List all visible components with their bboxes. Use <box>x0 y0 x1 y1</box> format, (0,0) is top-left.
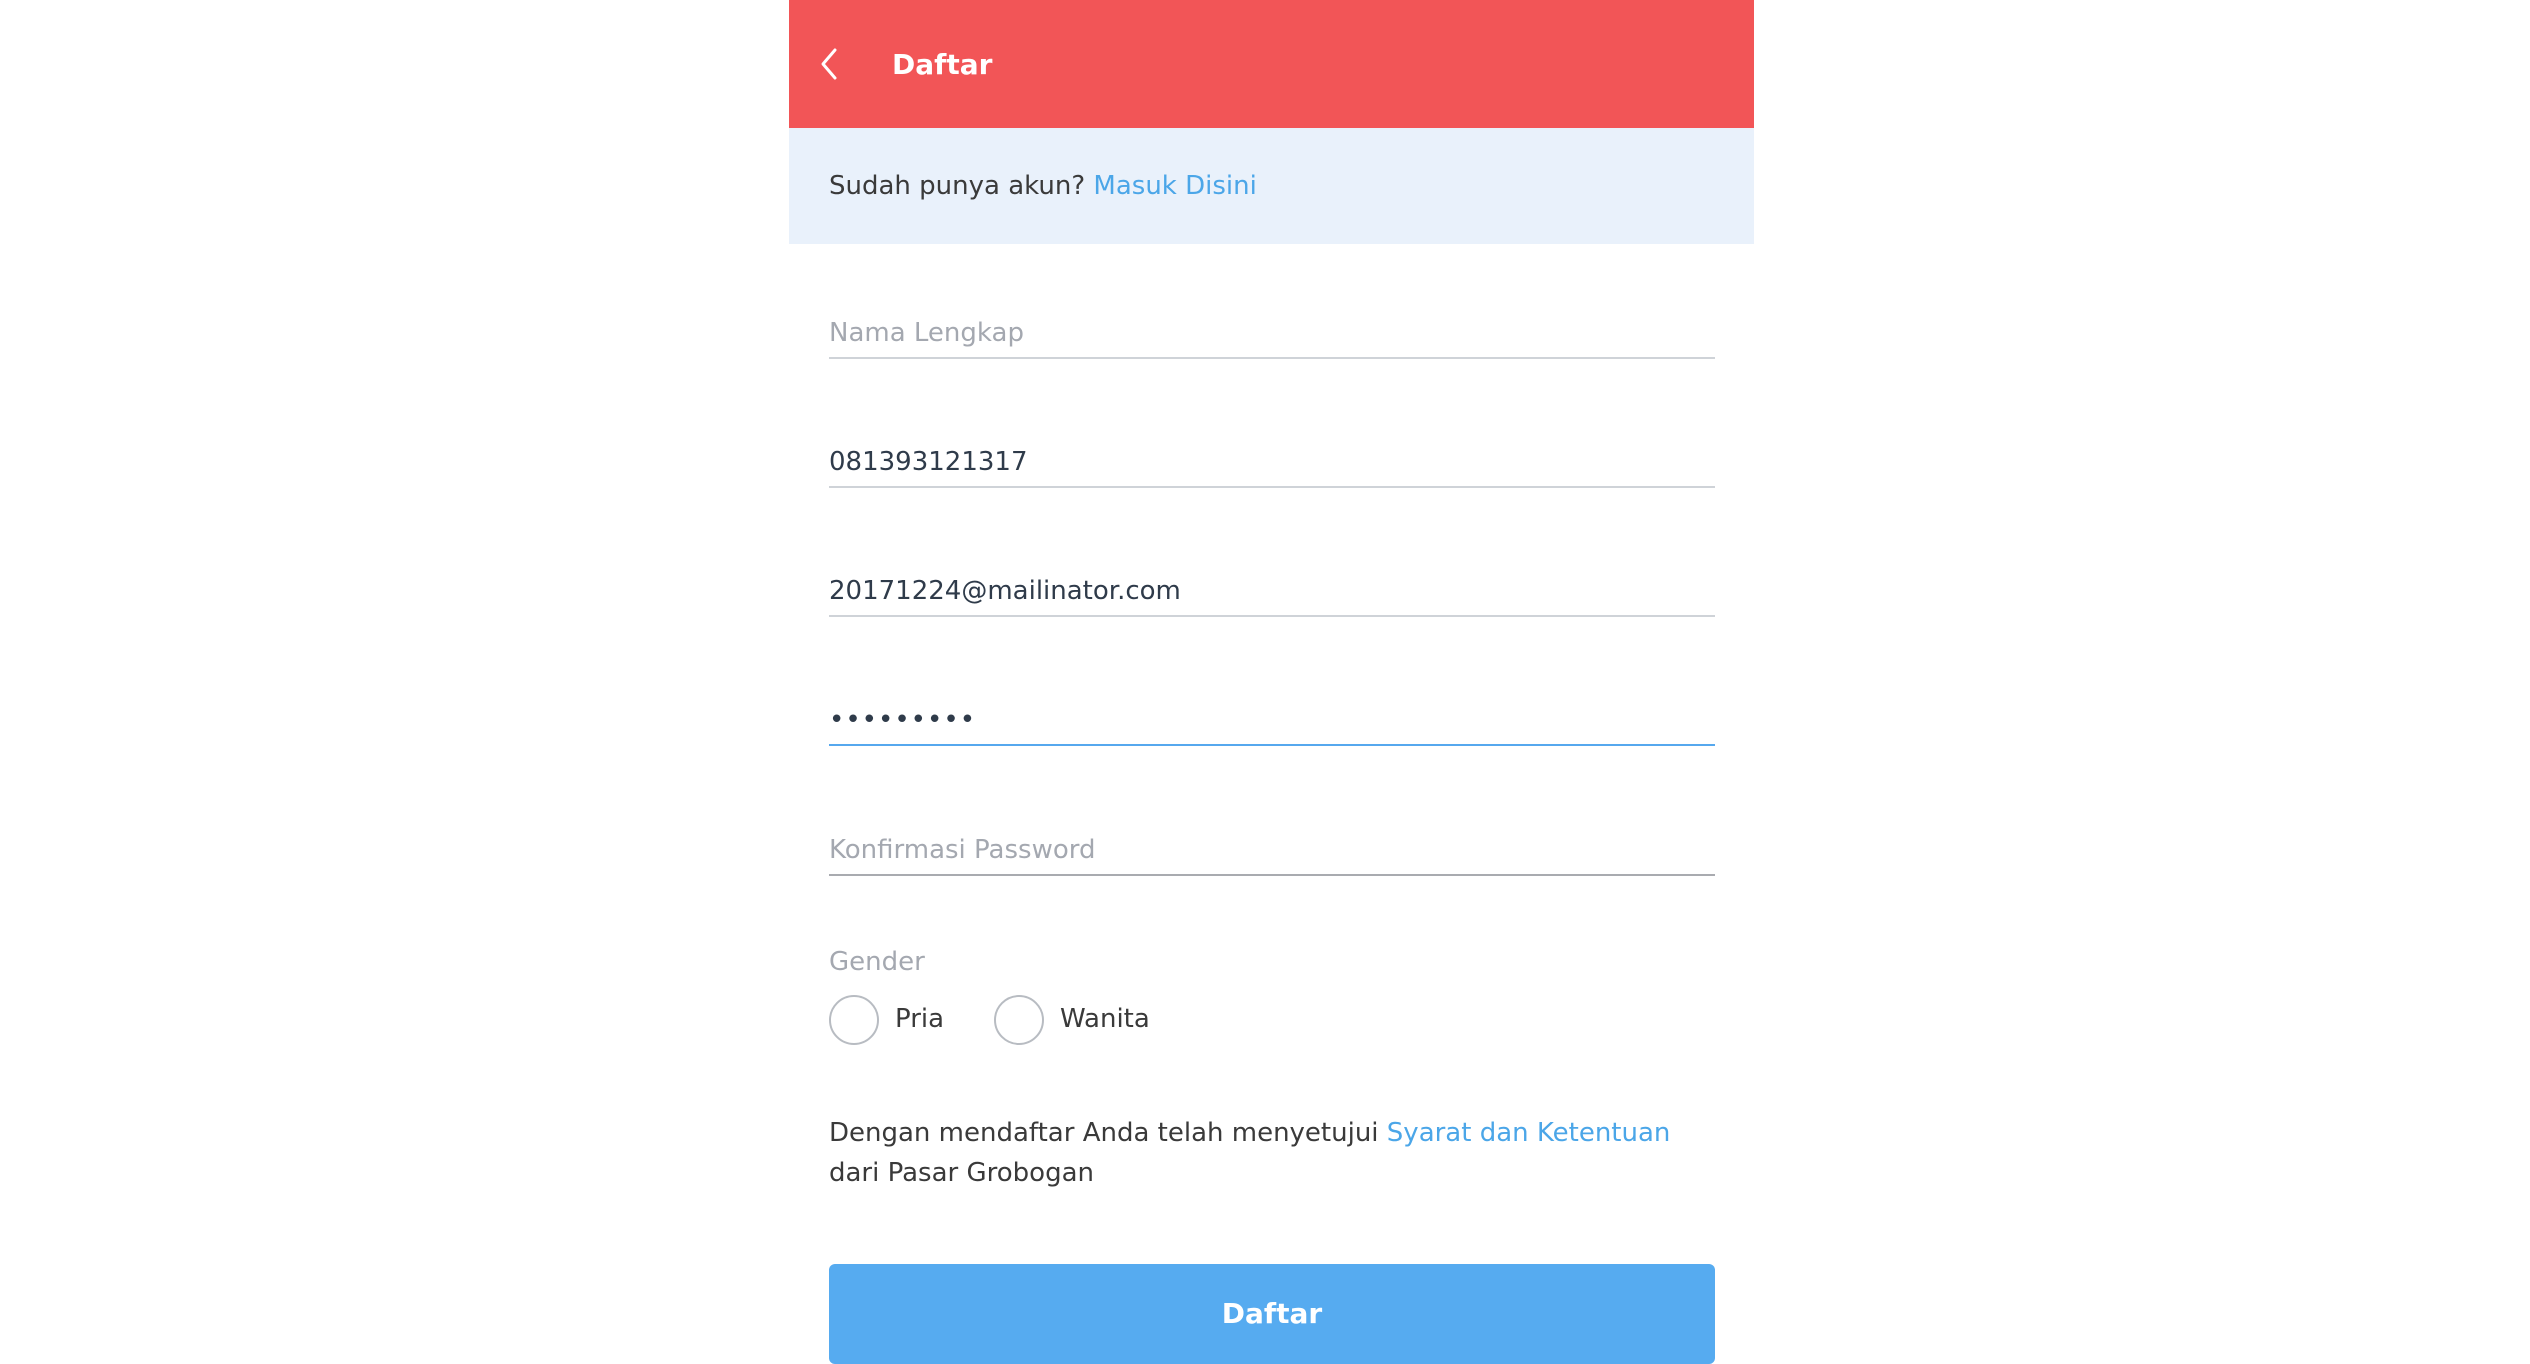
login-prompt: Sudah punya akun? Masuk Disini <box>829 166 1257 206</box>
app-header: Daftar <box>789 0 1754 128</box>
chevron-left-icon <box>821 48 837 80</box>
gender-option-wanita[interactable]: Wanita <box>994 995 1184 1047</box>
back-button[interactable] <box>805 32 869 96</box>
login-banner: Sudah punya akun? Masuk Disini <box>789 128 1754 244</box>
email-field[interactable]: 20171224@mailinator.com <box>829 545 1715 617</box>
terms-prefix: Dengan mendaftar Anda telah menyetujui <box>829 1118 1379 1148</box>
radio-label-wanita: Wanita <box>1060 1004 1150 1034</box>
radio-pria[interactable] <box>829 995 879 1045</box>
gender-option-pria[interactable]: Pria <box>829 995 979 1047</box>
gender-label: Gender <box>829 947 925 977</box>
full-name-field[interactable]: Nama Lengkap <box>829 287 1715 359</box>
terms-link[interactable]: Syarat dan Ketentuan <box>1387 1118 1671 1148</box>
radio-label-pria: Pria <box>895 1004 945 1034</box>
register-button[interactable]: Daftar <box>829 1264 1715 1364</box>
password-field[interactable]: ••••••••• <box>829 674 1715 746</box>
phone-field[interactable]: 081393121317 <box>829 416 1715 488</box>
radio-wanita[interactable] <box>994 995 1044 1045</box>
phone-value: 081393121317 <box>829 447 1028 477</box>
email-value: 20171224@mailinator.com <box>829 576 1181 606</box>
password-value: ••••••••• <box>829 705 977 735</box>
login-link[interactable]: Masuk Disini <box>1093 171 1256 201</box>
confirm-password-field[interactable]: Konfirmasi Password <box>829 804 1715 876</box>
full-name-placeholder: Nama Lengkap <box>829 318 1024 348</box>
page-title: Daftar <box>892 48 993 81</box>
terms-notice: Dengan mendaftar Anda telah menyetujui S… <box>829 1113 1719 1193</box>
confirm-password-placeholder: Konfirmasi Password <box>829 835 1096 865</box>
login-prompt-text: Sudah punya akun? <box>829 171 1086 201</box>
terms-suffix: dari Pasar Grobogan <box>829 1158 1094 1188</box>
register-screen: Daftar Sudah punya akun? Masuk Disini Na… <box>789 0 1754 1364</box>
